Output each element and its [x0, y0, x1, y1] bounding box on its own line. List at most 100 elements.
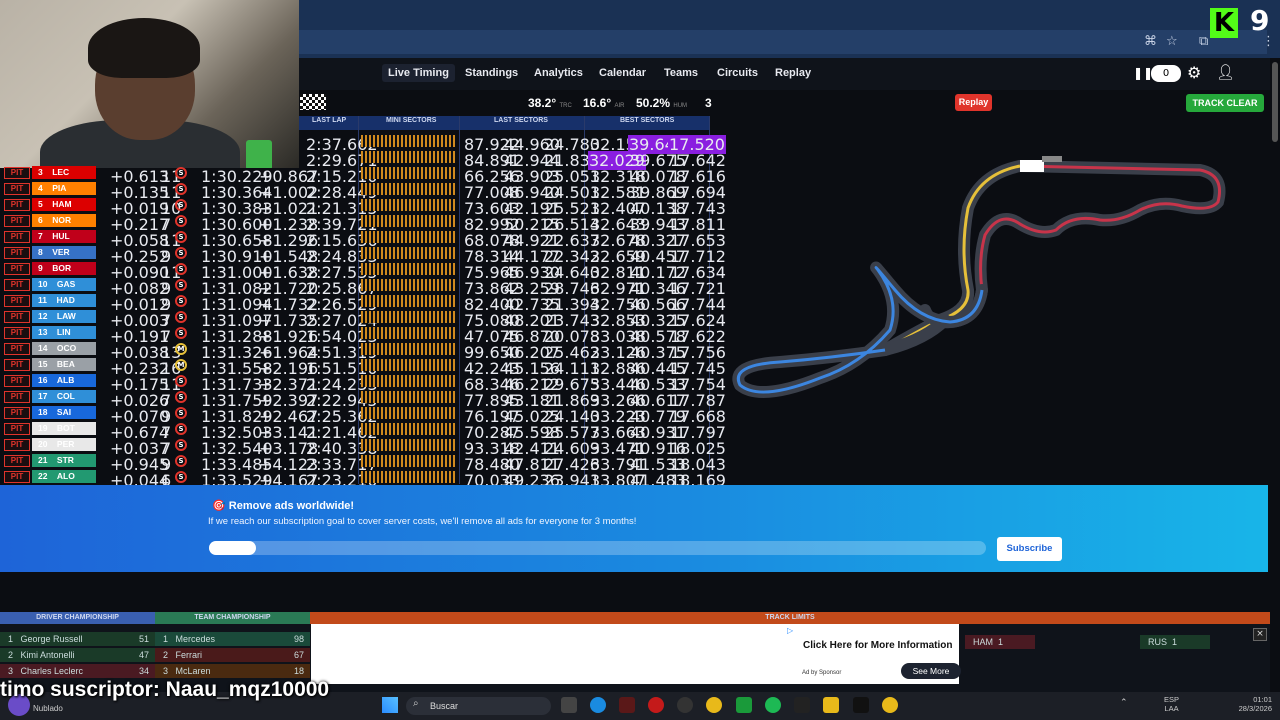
driver-tag[interactable]: 18 SAI [32, 406, 96, 419]
track-limit-entry: HAM 1 [965, 635, 1035, 649]
app-icon[interactable] [648, 697, 664, 713]
folder-icon[interactable] [823, 697, 839, 713]
capcut-icon[interactable] [794, 697, 810, 713]
ad-info-icon[interactable]: ▷ [787, 626, 793, 635]
team-standing-row[interactable]: 1 Mercedes 98 [155, 632, 310, 646]
pit-badge: PIT [4, 327, 30, 339]
edge-icon[interactable] [590, 697, 606, 713]
extensions-icon[interactable]: ⧉ [1199, 34, 1208, 49]
see-more-button[interactable]: See More [901, 663, 961, 679]
driver-standing-row[interactable]: 2 Kimi Antonelli 47 [0, 648, 155, 662]
tiktok-icon[interactable] [853, 697, 869, 713]
tab-live-timing[interactable]: Live Timing [382, 64, 455, 82]
table-row[interactable]: PIT 11 HAD +0.012 9 S 1:31.094 +1.732 2:26.529 8… [0, 293, 726, 314]
chevron-up-icon[interactable]: ⌃ [1120, 698, 1128, 708]
tab-standings[interactable]: Standings [465, 67, 518, 79]
driver-tag[interactable]: 21 STR [32, 454, 96, 467]
table-row[interactable]: PIT 7 HUL +0.058 11 S 1:30.658 +1.296 2:15.636 6… [0, 229, 726, 250]
table-row[interactable]: PIT 10 GAS +0.082 9 S 1:31.082 +1.720 2:25.867 7… [0, 277, 726, 298]
ad-title[interactable]: Click Here for More Information [803, 640, 952, 651]
team-standing-row[interactable]: 2 Ferrari 67 [155, 648, 310, 662]
close-icon[interactable]: × [1253, 628, 1267, 641]
replay-button[interactable]: Replay [955, 94, 992, 111]
table-row[interactable]: PIT 13 LIN +0.191 7 S 1:31.288 +1.926 1:54.023 4… [0, 325, 726, 346]
team-championship-header[interactable]: TEAM CHAMPIONSHIP [155, 612, 310, 624]
driver-tag[interactable]: 16 ALB [32, 374, 96, 387]
table-row[interactable]: PIT 15 BEA +0.232 16 M 1:31.558 +2.196 1:51.510… [0, 357, 726, 378]
driver-tag[interactable]: 4 PIA [32, 182, 96, 195]
tab-replay[interactable]: Replay [775, 67, 811, 79]
driver-standing-row[interactable]: 1 George Russell 51 [0, 632, 155, 646]
table-row[interactable]: PIT 17 COL +0.026 7 S 1:31.759 +2.397 2:22.945 7… [0, 389, 726, 410]
app-icon[interactable] [619, 697, 635, 713]
table-row[interactable]: PIT 22 ALO +0.044 6 S 1:33.529 +4.167 2:23.210 7… [0, 469, 726, 490]
tab-calendar[interactable]: Calendar [599, 67, 646, 79]
table-row[interactable]: PIT 3 LEC +0.613 11 S 1:30.229 +0.867 2:15.210 6… [0, 165, 726, 186]
subscribe-button[interactable]: Subscribe [997, 537, 1062, 561]
driver-tag[interactable]: 3 LEC [32, 166, 96, 179]
driver-tag[interactable]: 5 HAM [32, 198, 96, 211]
windows-start-icon[interactable] [382, 697, 398, 713]
chrome-icon[interactable] [882, 697, 898, 713]
checkered-flag-icon [300, 94, 326, 110]
driver-tag[interactable]: 9 BOR [32, 262, 96, 275]
driver-tag[interactable]: 13 LIN [32, 326, 96, 339]
header-last-lap[interactable]: LAST LAP [312, 117, 346, 124]
clock[interactable]: 01:01 28/3/2026 [1232, 695, 1272, 713]
driver-tag[interactable]: 17 COL [32, 390, 96, 403]
driver-tag[interactable]: 7 HUL [32, 230, 96, 243]
star-icon[interactable]: ☆ [1166, 34, 1178, 49]
tyre-compound-icon: S [175, 407, 187, 419]
tyre-compound-icon: S [175, 455, 187, 467]
header-best-sectors[interactable]: BEST SECTORS [620, 117, 674, 124]
chrome-icon[interactable] [706, 697, 722, 713]
table-row[interactable]: PIT 6 NOR +0.217 7 S 1:30.600 +1.238 2:39.721 82… [0, 213, 726, 234]
table-row[interactable]: PIT 4 PIA +0.135 11 S 1:30.364 +1.002 2:28.449 7… [0, 181, 726, 202]
table-row[interactable]: PIT 14 OCO +0.038 13 M 1:31.326 +1.964 2:51.319… [0, 341, 726, 362]
app-icon[interactable] [677, 697, 693, 713]
table-row[interactable]: PIT 8 VER +0.252 9 S 1:30.910 +1.548 2:24.833 78… [0, 245, 726, 266]
delay-counter[interactable]: 0 [1151, 65, 1181, 82]
language-indicator[interactable]: ESP LAA [1164, 695, 1179, 713]
tab-analytics[interactable]: Analytics [534, 67, 583, 79]
pit-badge: PIT [4, 215, 30, 227]
table-row[interactable]: PIT 21 STR +0.945 9 S 1:33.485 +4.123 2:33.717 7… [0, 453, 726, 474]
driver-tag[interactable]: 20 PER [32, 438, 96, 451]
table-row[interactable]: PIT 16 ALB +0.175 11 S 1:31.733 +2.371 2:24.233… [0, 373, 726, 394]
spotify-icon[interactable] [765, 697, 781, 713]
table-row[interactable]: PIT 18 SAI +0.070 9 S 1:31.829 +2.467 2:25.362 7… [0, 405, 726, 426]
driver-tag[interactable]: 10 GAS [32, 278, 96, 291]
task-view-icon[interactable] [561, 697, 577, 713]
user-icon[interactable]: 👤︎ [1216, 63, 1235, 81]
header-last-sectors[interactable]: LAST SECTORS [494, 117, 548, 124]
driver-tag[interactable]: 6 NOR [32, 214, 96, 227]
xbox-icon[interactable] [736, 697, 752, 713]
team-standing-row[interactable]: 3 McLaren 18 [155, 664, 310, 678]
table-row[interactable]: PIT 19 BOT +0.674 7 S 1:32.503 +3.141 2:21.462 7… [0, 421, 726, 442]
mini-sector-bar [361, 311, 456, 323]
table-row[interactable]: PIT 9 BOR +0.090 11 S 1:31.000 +1.638 2:27.535 7… [0, 261, 726, 282]
gear-icon[interactable]: ⚙ [1187, 63, 1201, 82]
scrollbar-thumb[interactable] [1272, 62, 1278, 142]
driver-tag[interactable]: 19 BOT [32, 422, 96, 435]
driver-tag[interactable]: 22 ALO [32, 470, 96, 483]
translate-icon[interactable]: ⌘ [1144, 34, 1157, 49]
scrollbar[interactable] [1270, 58, 1280, 692]
table-row[interactable]: PIT 12 LAW +0.003 7 S 1:31.097 +1.735 2:27.024 7… [0, 309, 726, 330]
address-bar[interactable] [299, 30, 1267, 54]
table-row[interactable]: 2:37.662 87.922 44.960 24.780 32.159 39.… [0, 133, 726, 154]
tab-circuits[interactable]: Circuits [717, 67, 758, 79]
ad-box[interactable]: ▷ Click Here for More Information Ad by … [311, 624, 961, 684]
driver-tag[interactable]: 8 VER [32, 246, 96, 259]
driver-tag[interactable]: 12 LAW [32, 310, 96, 323]
table-row[interactable]: PIT 20 PER +0.037 7 S 1:32.540 +3.178 2:40.338 9… [0, 437, 726, 458]
driver-championship-header[interactable]: DRIVER CHAMPIONSHIP [0, 612, 155, 624]
driver-tag[interactable]: 11 HAD [32, 294, 96, 307]
driver-tag[interactable]: 14 OCO [32, 342, 96, 355]
table-row[interactable]: 2:29.671 84.891 42.944 21.836 32.029 39.… [0, 149, 726, 170]
table-row[interactable]: PIT 5 HAM +0.019 10 S 1:30.383 +1.021 2:21.315 7… [0, 197, 726, 218]
taskbar-search[interactable]: Buscar [406, 697, 551, 715]
tab-teams[interactable]: Teams [664, 67, 698, 79]
driver-tag[interactable]: 15 BEA [32, 358, 96, 371]
driver-standing-row[interactable]: 3 Charles Leclerc 34 [0, 664, 155, 678]
